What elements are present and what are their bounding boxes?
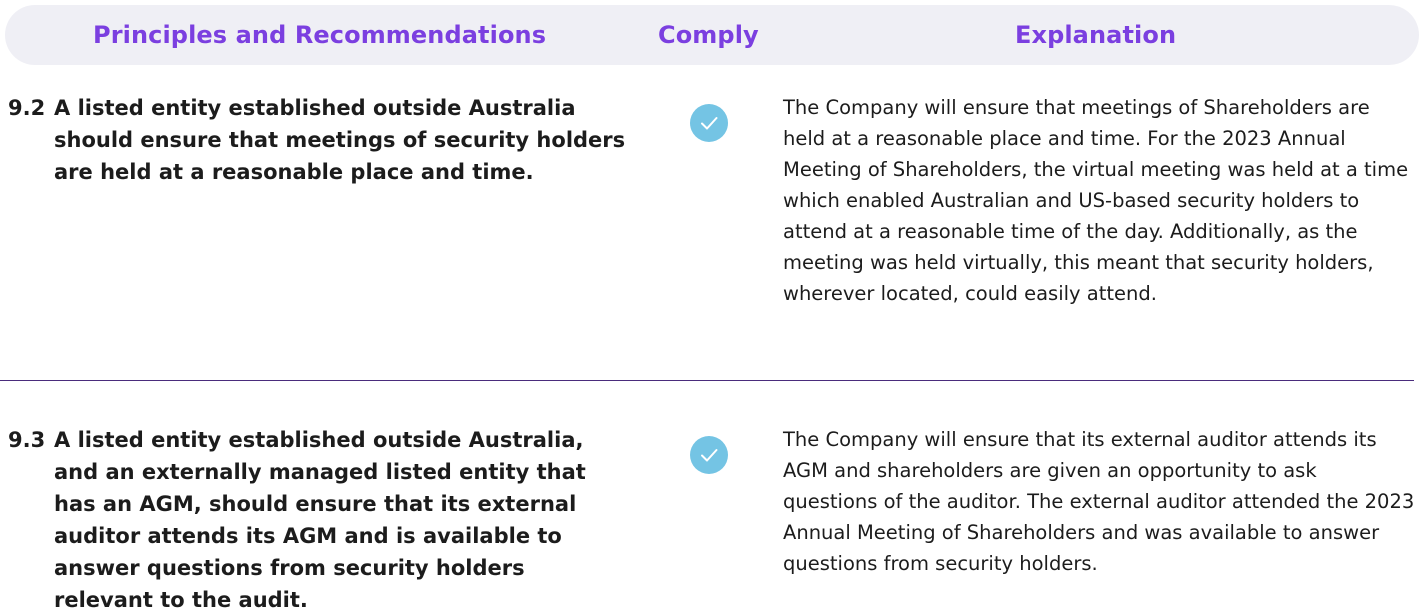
explanation-text: The Company will ensure that meetings of… <box>783 96 1409 305</box>
table-header: Principles and Recommendations Comply Ex… <box>5 5 1419 65</box>
principle-text: A listed entity established outside Aust… <box>54 96 626 184</box>
header-explanation: Explanation <box>1015 21 1177 49</box>
header-principles: Principles and Recommendations <box>93 21 547 49</box>
principle-text: A listed entity established outside Aust… <box>54 428 586 612</box>
explanation-text: The Company will ensure that its externa… <box>783 428 1415 575</box>
check-circle-icon <box>690 104 728 142</box>
row-divider <box>0 380 1414 381</box>
principle-number: 9.3 <box>8 428 46 452</box>
principle-number: 9.2 <box>8 96 46 120</box>
check-circle-icon <box>690 436 728 474</box>
header-comply: Comply <box>658 21 759 49</box>
governance-table: Principles and Recommendations Comply Ex… <box>0 0 1427 616</box>
